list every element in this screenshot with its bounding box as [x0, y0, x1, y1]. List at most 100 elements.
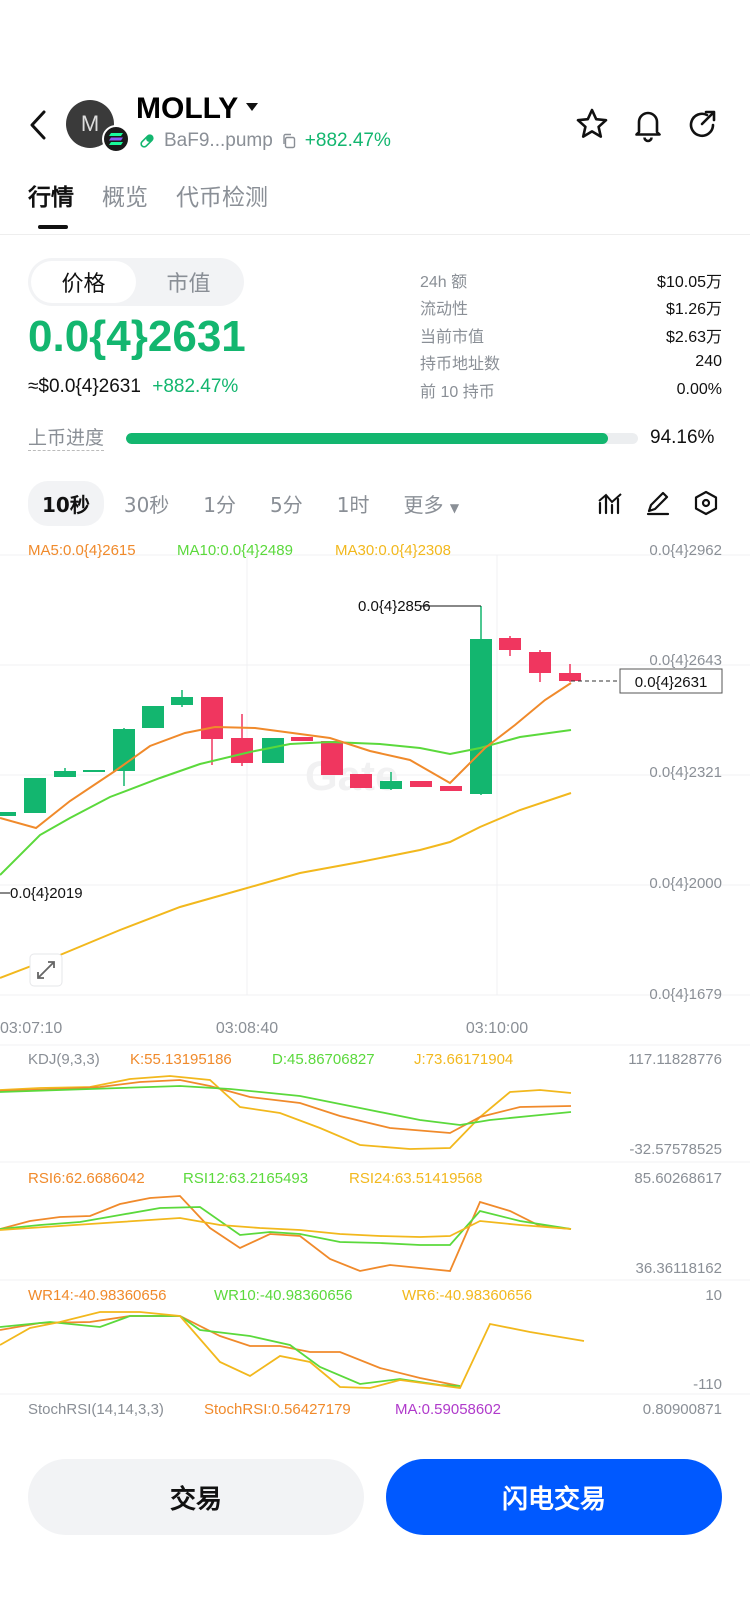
candle-down	[231, 738, 253, 763]
wr6-line	[0, 1311, 585, 1389]
flash-trade-button[interactable]: 闪电交易	[386, 1459, 722, 1535]
tab-token-check[interactable]: 代币检测	[176, 178, 268, 212]
stochrsi-title: StochRSI(14,14,3,3)	[28, 1401, 164, 1418]
wr10-label: WR10:-40.98360656	[214, 1287, 352, 1304]
candle-up	[24, 778, 46, 813]
token-address: BaF9...pump	[164, 130, 273, 151]
bell-icon[interactable]	[628, 104, 668, 144]
timeframe-30s[interactable]: 30秒	[110, 481, 183, 526]
rsi12-line	[0, 1206, 572, 1246]
candle-up	[142, 706, 164, 728]
wr10-line	[0, 1315, 461, 1387]
usd-price-row: ≈$0.0{4}2631 +882.47%	[28, 376, 238, 398]
tab-overview[interactable]: 概览	[102, 178, 148, 212]
wr6-label: WR6:-40.98360656	[402, 1287, 532, 1304]
expand-chart-icon[interactable]	[29, 953, 63, 987]
token-dropdown-icon[interactable]	[246, 103, 258, 111]
stat-row: 流动性 $1.26万	[420, 294, 722, 322]
active-tab-indicator	[38, 225, 68, 229]
back-icon[interactable]	[24, 100, 54, 150]
low-price-label: 0.0{4}2019	[10, 885, 83, 902]
avatar-letter: M	[80, 111, 100, 136]
candle-down	[410, 781, 432, 787]
header-change: +882.47%	[304, 130, 391, 151]
candle-up	[470, 639, 492, 794]
usd-price: ≈$0.0{4}2631	[28, 376, 141, 397]
wr-min: -110	[693, 1376, 722, 1393]
rsi12-label: RSI12:63.2165493	[183, 1170, 308, 1187]
solana-chain-icon	[102, 125, 130, 153]
settings-hexagon-icon[interactable]	[692, 489, 720, 517]
rsi6-label: RSI6:62.6686042	[28, 1170, 145, 1187]
y-tick: 0.0{4}2000	[649, 875, 722, 892]
draw-pen-icon[interactable]	[644, 489, 672, 517]
price-mcap-toggle: 价格 市值	[28, 258, 244, 306]
y-tick: 0.0{4}2321	[649, 764, 722, 781]
candle-down	[499, 638, 521, 650]
star-icon[interactable]	[572, 104, 612, 144]
x-tick: 03:07:10	[0, 1020, 62, 1037]
stat-value: $1.26万	[665, 301, 722, 319]
rsi-max: 85.60268617	[634, 1170, 722, 1187]
candle-down	[559, 673, 581, 681]
stat-row: 前 10 持币 0.00%	[420, 376, 722, 404]
wr14-label: WR14:-40.98360656	[28, 1287, 166, 1304]
kdj-d: D:45.86706827	[272, 1051, 375, 1068]
wr14-line	[0, 1315, 461, 1387]
segment-price[interactable]: 价格	[31, 261, 136, 303]
stat-row: 当前市值 $2.63万	[420, 321, 722, 349]
timeframe-5m[interactable]: 5分	[256, 481, 317, 526]
token-name[interactable]: MOLLY	[136, 92, 238, 126]
kdj-k-line	[0, 1079, 572, 1134]
stat-value: $10.05万	[657, 273, 722, 291]
timeframe-10s[interactable]: 10秒	[28, 481, 104, 526]
segment-market-cap[interactable]: 市值	[136, 261, 241, 303]
candle-down	[291, 737, 313, 741]
candle-down	[350, 774, 372, 788]
x-tick: 03:08:40	[216, 1020, 278, 1037]
stat-value: 0.00%	[676, 380, 722, 398]
main-tabs: 行情 概览 代币检测	[28, 178, 268, 212]
high-price-label: 0.0{4}2856	[358, 598, 431, 615]
listing-progress-bar	[126, 433, 638, 444]
price-chart[interactable]: Gate MA5:0.0{4}2615 MA10:0.0{4}2489 MA30…	[0, 528, 750, 1428]
candle-down	[529, 652, 551, 673]
kdj-min: -32.57578525	[629, 1141, 722, 1158]
kdj-k: K:55.13195186	[130, 1051, 232, 1068]
stat-value: $2.63万	[665, 328, 722, 346]
candle-down	[321, 741, 343, 775]
candle-up	[0, 812, 16, 816]
candle-up	[380, 781, 402, 789]
share-icon[interactable]	[682, 104, 722, 144]
ma10-label: MA10:0.0{4}2489	[177, 542, 293, 559]
listing-progress-fill	[126, 433, 609, 444]
stat-row: 24h 额 $10.05万	[420, 266, 722, 294]
listing-progress-label[interactable]: 上币进度	[28, 426, 105, 451]
kdj-j: J:73.66171904	[414, 1051, 513, 1068]
stochrsi-ma: MA:0.59058602	[395, 1401, 501, 1418]
timeframe-selector: 10秒 30秒 1分 5分 1时 更多 ▼	[28, 481, 473, 526]
y-tick: 0.0{4}1679	[649, 986, 722, 1003]
rsi24-label: RSI24:63.51419568	[349, 1170, 482, 1187]
candle-up	[171, 697, 193, 705]
y-tick: 0.0{4}2962	[649, 542, 722, 559]
indicator-icon[interactable]	[596, 489, 624, 517]
stat-row: 持币地址数 240	[420, 349, 722, 377]
timeframe-more[interactable]: 更多 ▼	[390, 481, 474, 526]
wr-max: 10	[705, 1287, 722, 1304]
timeframe-1m[interactable]: 1分	[189, 481, 250, 526]
stochrsi-max: 0.80900871	[643, 1401, 722, 1418]
kdj-max: 117.11828776	[628, 1051, 722, 1068]
x-tick: 03:10:00	[466, 1020, 528, 1037]
copy-icon[interactable]	[281, 133, 297, 149]
timeframe-1h[interactable]: 1时	[323, 481, 384, 526]
kdj-d-line	[0, 1085, 572, 1126]
tab-market[interactable]: 行情	[28, 178, 74, 212]
rsi-min: 36.36118162	[636, 1260, 722, 1277]
ma5-label: MA5:0.0{4}2615	[28, 542, 136, 559]
stat-label: 24h 额	[420, 273, 468, 291]
tabs-divider	[0, 234, 750, 235]
more-caret-icon: ▼	[449, 501, 460, 515]
trade-button[interactable]: 交易	[28, 1459, 364, 1535]
candle-down	[440, 786, 462, 791]
